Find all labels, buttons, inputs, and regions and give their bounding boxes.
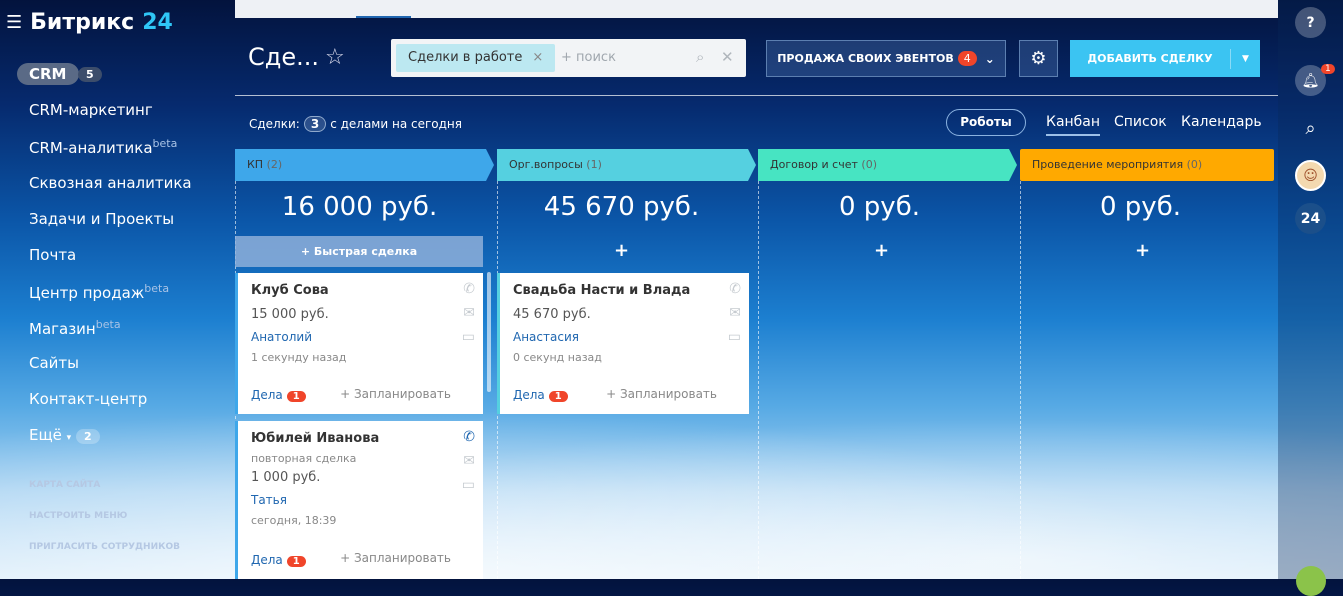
phone-icon[interactable]: ✆ — [729, 281, 741, 297]
sidebar-item-analytics[interactable]: Сквозная аналитика — [29, 174, 192, 192]
tab-calendar[interactable]: Календарь — [1181, 114, 1262, 130]
column-sum: 45 670 руб. — [543, 192, 700, 222]
sidebar-item-crm-analytics[interactable]: CRM-аналитикаbeta — [29, 137, 177, 157]
mail-icon[interactable]: ✉ — [463, 453, 475, 469]
add-deal-plus[interactable]: + — [754, 240, 1009, 261]
add-deal-button[interactable]: ДОБАВИТЬ СДЕЛКУ ▼ — [1070, 40, 1260, 77]
filter-chip[interactable]: Сделки в работе × — [396, 44, 556, 72]
notification-badge: 1 — [1321, 64, 1335, 74]
column-sum: 0 руб. — [1100, 192, 1181, 222]
close-icon[interactable]: × — [532, 50, 543, 65]
divider — [235, 95, 1278, 96]
tasks-link[interactable]: Дела 1 — [513, 388, 568, 402]
sidebar-item-tasks[interactable]: Задачи и Проекты — [29, 210, 174, 228]
deal-card[interactable]: Клуб Сова 15 000 руб. Анатолий 1 секунду… — [235, 273, 483, 414]
gear-icon[interactable]: ⚙ — [1019, 40, 1058, 77]
deal-sum: 45 670 руб. — [513, 307, 591, 322]
deal-subtitle: повторная сделка — [251, 452, 357, 465]
page-title: Сде... — [248, 43, 320, 71]
crm-counter: 5 — [78, 67, 102, 82]
chat-bubble-icon[interactable] — [1296, 566, 1326, 596]
quick-deal-button[interactable]: + Быстрая сделка — [235, 236, 483, 267]
column-header[interactable]: Договор и счет (0) — [758, 149, 1017, 181]
chat-icon[interactable]: ▭ — [462, 477, 475, 493]
tasks-link[interactable]: Дела 1 — [251, 553, 306, 567]
plan-link[interactable]: + Запланировать — [606, 387, 717, 401]
clear-icon[interactable]: ✕ — [721, 48, 734, 66]
phone-icon[interactable]: ✆ — [463, 429, 475, 445]
deal-time: сегодня, 18:39 — [251, 514, 337, 527]
top-strip — [235, 0, 1278, 18]
deal-time: 1 секунду назад — [251, 351, 347, 364]
dropdown-arrow-icon: ▼ — [1230, 48, 1260, 69]
tab-list[interactable]: Список — [1114, 114, 1167, 130]
sidebar-item-sales-center[interactable]: Центр продажbeta — [29, 282, 169, 302]
search-icon[interactable]: ⌕ — [696, 48, 704, 66]
search-input[interactable]: + поиск — [561, 50, 616, 65]
avatar[interactable]: ☺ — [1295, 160, 1326, 191]
scrollbar[interactable] — [487, 272, 491, 392]
deal-card[interactable]: Свадьба Насти и Влада 45 670 руб. Анаста… — [497, 273, 749, 414]
add-deal-plus[interactable]: + — [494, 240, 749, 261]
menu-icon[interactable]: ☰ — [6, 12, 22, 33]
search-icon[interactable]: ⌕ — [1295, 113, 1326, 144]
sidebar-item-shop[interactable]: Магазинbeta — [29, 318, 121, 338]
sidebar-item-crm-marketing[interactable]: CRM-маркетинг — [29, 101, 153, 119]
column-header[interactable]: КП (2) — [235, 149, 494, 181]
contact-link[interactable]: Анатолий — [251, 330, 312, 344]
sitemap-link[interactable]: КАРТА САЙТА — [29, 480, 100, 490]
add-deal-plus[interactable]: + — [1015, 240, 1270, 261]
deal-title: Юбилей Иванова — [251, 431, 380, 446]
logo[interactable]: ☰ Битрикс 24 — [6, 10, 173, 35]
invite-link[interactable]: ПРИГЛАСИТЬ СОТРУДНИКОВ — [29, 542, 180, 552]
deal-card[interactable]: Юбилей Иванова повторная сделка 1 000 ру… — [235, 421, 483, 579]
column-sum: 0 руб. — [839, 192, 920, 222]
chat-icon[interactable]: ▭ — [728, 329, 741, 345]
sidebar-item-sites[interactable]: Сайты — [29, 354, 79, 372]
star-icon[interactable]: ☆ — [325, 45, 345, 70]
plan-link[interactable]: + Запланировать — [340, 387, 451, 401]
configure-menu-link[interactable]: НАСТРОИТЬ МЕНЮ — [29, 511, 127, 521]
sidebar-item-mail[interactable]: Почта — [29, 246, 76, 264]
chevron-down-icon: ⌄ — [984, 51, 995, 66]
mail-icon[interactable]: ✉ — [729, 305, 741, 321]
deal-title: Свадьба Насти и Влада — [513, 283, 691, 298]
search-filter[interactable]: Сделки в работе × + поиск ⌕ ✕ — [391, 39, 746, 77]
chat-icon[interactable]: ▭ — [462, 329, 475, 345]
deal-sum: 1 000 руб. — [251, 470, 321, 485]
tasks-link[interactable]: Дела 1 — [251, 388, 306, 402]
plan-link[interactable]: + Запланировать — [340, 551, 451, 565]
sidebar-item-contact-center[interactable]: Контакт-центр — [29, 390, 147, 408]
sidebar-item-more[interactable]: Ещё ▾ 2 — [29, 426, 100, 444]
column-header[interactable]: Проведение мероприятия (0) — [1020, 149, 1274, 181]
sidebar-item-crm[interactable]: CRM — [17, 63, 79, 85]
robots-button[interactable]: Роботы — [946, 109, 1026, 136]
help-icon[interactable]: ? — [1295, 7, 1326, 38]
contact-link[interactable]: Татья — [251, 493, 287, 507]
deals-counter[interactable]: Сделки: 3 с делами на сегодня — [249, 116, 462, 132]
right-panel: ? 🔔︎ 1 ⌕ ☺ 24 — [1278, 0, 1343, 596]
mail-icon[interactable]: ✉ — [463, 305, 475, 321]
phone-icon[interactable]: ✆ — [463, 281, 475, 297]
tab-kanban[interactable]: Канбан — [1046, 114, 1101, 136]
deal-sum: 15 000 руб. — [251, 307, 329, 322]
deal-title: Клуб Сова — [251, 283, 329, 298]
contact-link[interactable]: Анастасия — [513, 330, 579, 344]
deal-time: 0 секунд назад — [513, 351, 602, 364]
column-header[interactable]: Орг.вопросы (1) — [497, 149, 756, 181]
column-sum: 16 000 руб. — [281, 192, 438, 222]
b24-icon[interactable]: 24 — [1295, 203, 1326, 234]
category-selector[interactable]: ПРОДАЖА СВОИХ ЭВЕНТОВ 4 ⌄ — [766, 40, 1006, 77]
